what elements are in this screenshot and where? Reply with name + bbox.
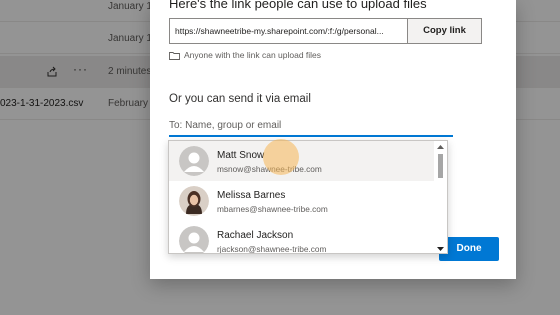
recipient-input-wrapper	[169, 116, 453, 137]
people-suggestions-dropdown: Matt Snow msnow@shawnee-tribe.com Meliss…	[168, 140, 448, 254]
copy-link-button[interactable]: Copy link	[407, 19, 481, 43]
email-section-heading: Or you can send it via email	[169, 93, 311, 105]
suggestion-item[interactable]: Matt Snow msnow@shawnee-tribe.com	[169, 141, 435, 181]
link-field: https://shawneetribe-my.sharepoint.com/:…	[169, 18, 482, 44]
link-url-text[interactable]: https://shawneetribe-my.sharepoint.com/:…	[170, 19, 407, 43]
permission-text: Anyone with the link can upload files	[184, 50, 322, 60]
default-person-icon	[179, 146, 209, 176]
scroll-down-arrow-icon[interactable]	[436, 245, 445, 253]
permission-info[interactable]: Anyone with the link can upload files	[169, 50, 321, 60]
dialog-heading: Here's the link people can use to upload…	[169, 0, 427, 11]
dropdown-scrollbar[interactable]	[434, 141, 447, 253]
suggestion-name: Rachael Jackson	[217, 230, 294, 241]
scroll-up-arrow-icon[interactable]	[436, 143, 445, 151]
scroll-thumb[interactable]	[438, 154, 443, 178]
done-button[interactable]: Done	[439, 237, 499, 261]
suggestion-email: rjackson@shawnee-tribe.com	[217, 244, 327, 254]
recipient-input[interactable]	[169, 120, 453, 131]
suggestion-item[interactable]: Rachael Jackson rjackson@shawnee-tribe.c…	[169, 221, 435, 254]
suggestion-name: Melissa Barnes	[217, 190, 286, 201]
suggestion-email: mbarnes@shawnee-tribe.com	[217, 204, 328, 214]
profile-photo	[179, 186, 209, 216]
folder-icon	[169, 51, 180, 60]
suggestion-item[interactable]: Melissa Barnes mbarnes@shawnee-tribe.com	[169, 181, 435, 221]
suggestion-email: msnow@shawnee-tribe.com	[217, 164, 322, 174]
default-person-icon	[179, 226, 209, 253]
suggestion-name: Matt Snow	[217, 150, 265, 161]
